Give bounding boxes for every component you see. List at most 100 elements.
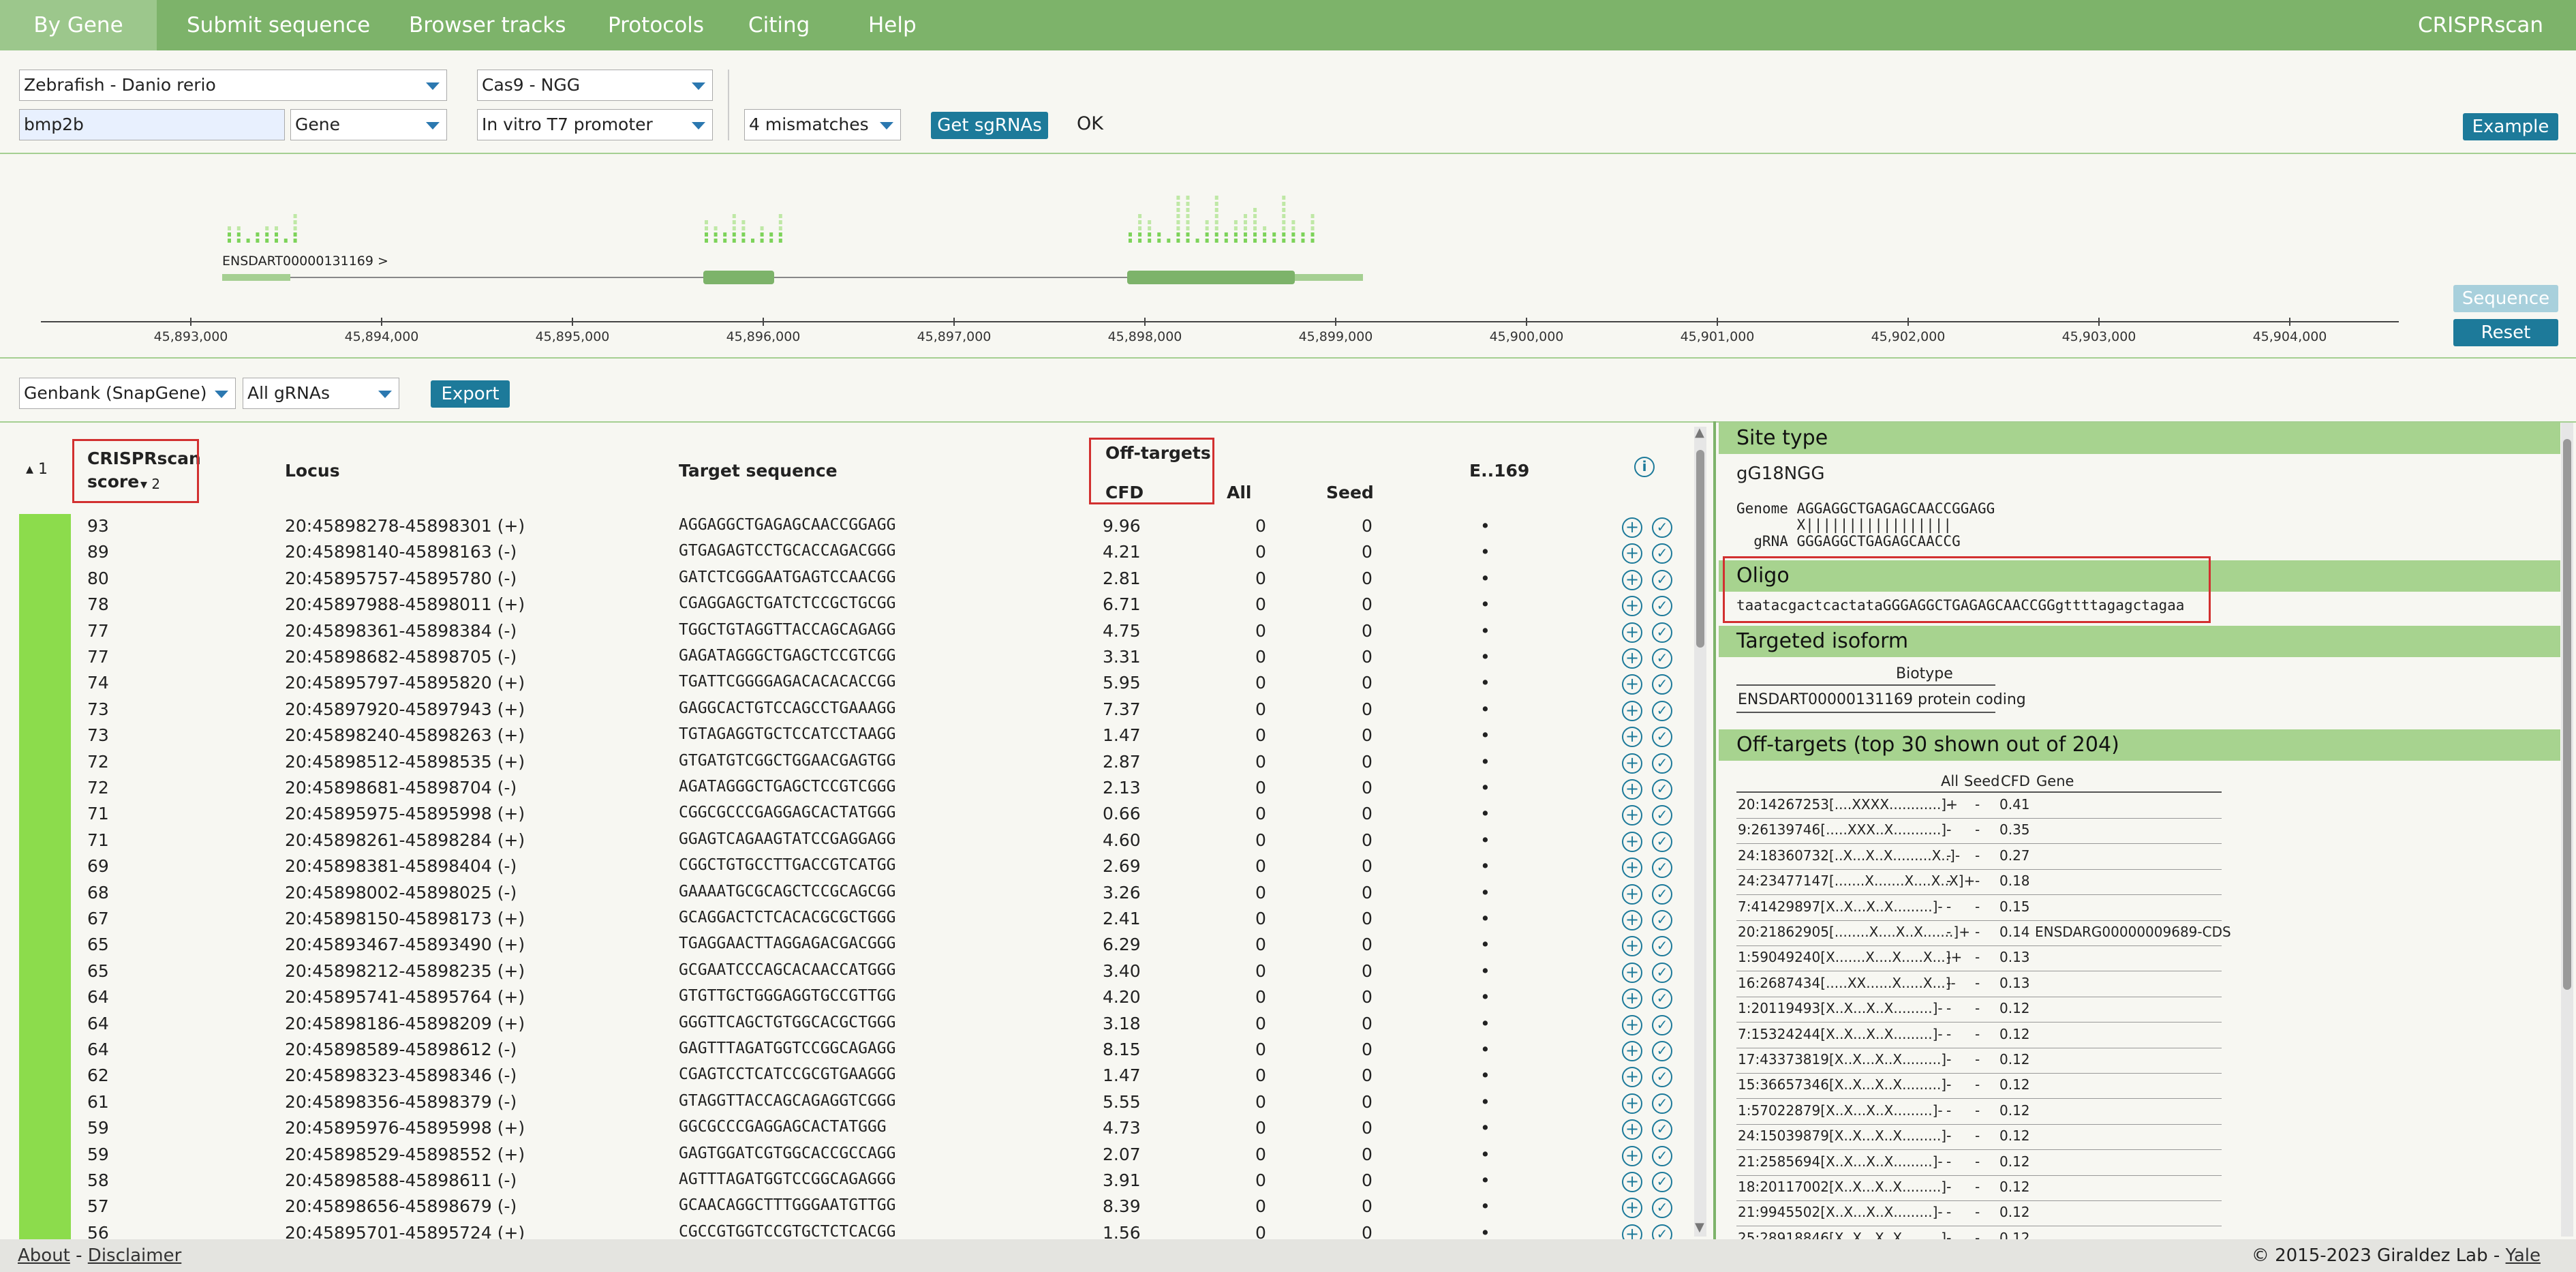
guide-mark[interactable] <box>1186 208 1190 212</box>
check-icon[interactable]: ✓ <box>1652 988 1672 1010</box>
guide-mark[interactable] <box>293 220 297 224</box>
add-icon[interactable]: + <box>1622 858 1642 879</box>
guide-mark[interactable] <box>1176 208 1180 212</box>
guide-mark[interactable] <box>1263 226 1267 230</box>
guide-mark[interactable] <box>1282 220 1286 224</box>
check-icon[interactable]: ✓ <box>1652 962 1672 983</box>
guide-mark[interactable] <box>1310 226 1315 230</box>
guide-mark[interactable] <box>1138 226 1142 230</box>
guide-mark[interactable] <box>1301 239 1305 243</box>
guide-mark[interactable] <box>1214 232 1218 237</box>
guide-mark[interactable] <box>769 239 773 243</box>
guide-mark[interactable] <box>246 239 250 243</box>
guide-mark[interactable] <box>1253 226 1257 230</box>
check-icon[interactable]: ✓ <box>1652 727 1672 748</box>
guide-mark[interactable] <box>1138 232 1142 237</box>
guide-mark[interactable] <box>1148 232 1152 237</box>
guide-mark[interactable] <box>760 232 764 237</box>
guide-mark[interactable] <box>1129 232 1132 237</box>
add-icon[interactable]: + <box>1622 1014 1642 1035</box>
guide-mark[interactable] <box>1205 239 1209 243</box>
export-format-select[interactable]: Genbank (SnapGene) <box>19 378 236 409</box>
guide-mark[interactable] <box>714 226 718 230</box>
add-icon[interactable]: + <box>1622 962 1642 983</box>
check-icon[interactable]: ✓ <box>1652 858 1672 879</box>
reset-button[interactable]: Reset <box>2453 319 2558 346</box>
check-icon[interactable]: ✓ <box>1652 1119 1672 1140</box>
guide-mark[interactable] <box>1243 232 1247 237</box>
check-icon[interactable]: ✓ <box>1652 596 1672 617</box>
add-icon[interactable]: + <box>1622 1093 1642 1114</box>
check-icon[interactable]: ✓ <box>1652 936 1672 957</box>
guide-mark[interactable] <box>1176 214 1180 218</box>
guide-mark[interactable] <box>293 214 297 218</box>
guide-mark[interactable] <box>265 232 269 237</box>
export-button[interactable]: Export <box>431 380 510 408</box>
guide-mark[interactable] <box>1243 239 1247 243</box>
guide-mark[interactable] <box>1214 202 1218 206</box>
add-icon[interactable]: + <box>1622 936 1642 957</box>
guide-mark[interactable] <box>1138 239 1142 243</box>
guide-mark[interactable] <box>1129 239 1132 243</box>
guide-mark[interactable] <box>1291 232 1295 237</box>
check-icon[interactable]: ✓ <box>1652 805 1672 826</box>
guide-mark[interactable] <box>1282 214 1286 218</box>
e169-header[interactable]: E..169 <box>1469 461 1529 481</box>
add-icon[interactable]: + <box>1622 648 1642 669</box>
guide-mark[interactable] <box>1253 232 1257 237</box>
add-icon[interactable]: + <box>1622 1198 1642 1219</box>
check-icon[interactable]: ✓ <box>1652 543 1672 564</box>
grna-filter-select[interactable]: All gRNAs <box>243 378 399 409</box>
guide-mark[interactable] <box>1253 239 1257 243</box>
seed-header[interactable]: Seed <box>1326 483 1374 502</box>
guide-mark[interactable] <box>1243 214 1247 218</box>
check-icon[interactable]: ✓ <box>1652 753 1672 774</box>
disclaimer-link[interactable]: Disclaimer <box>88 1245 181 1266</box>
add-icon[interactable]: + <box>1622 1119 1642 1140</box>
brand-title[interactable]: CRISPRscan <box>2418 0 2543 50</box>
check-icon[interactable]: ✓ <box>1652 910 1672 930</box>
guide-mark[interactable] <box>1224 239 1228 243</box>
guide-mark[interactable] <box>1272 232 1276 237</box>
tab-submit-sequence[interactable]: Submit sequence <box>187 0 370 50</box>
table-scrollbar-thumb[interactable] <box>1696 450 1704 648</box>
guide-mark[interactable] <box>705 220 708 224</box>
check-icon[interactable]: ✓ <box>1652 779 1672 800</box>
guide-mark[interactable] <box>1176 226 1180 230</box>
guide-mark[interactable] <box>265 239 269 243</box>
guide-mark[interactable] <box>1233 239 1238 243</box>
guide-mark[interactable] <box>1310 239 1315 243</box>
guide-mark[interactable] <box>1138 214 1142 218</box>
guide-mark[interactable] <box>228 232 231 237</box>
example-button[interactable]: Example <box>2463 113 2558 140</box>
about-link[interactable]: About <box>18 1245 70 1266</box>
guide-mark[interactable] <box>1186 214 1190 218</box>
guide-mark[interactable] <box>1282 239 1286 243</box>
check-icon[interactable]: ✓ <box>1652 700 1672 721</box>
guide-mark[interactable] <box>741 232 746 237</box>
guide-mark[interactable] <box>1186 202 1190 206</box>
guide-mark[interactable] <box>256 232 260 237</box>
add-icon[interactable]: + <box>1622 910 1642 930</box>
guide-mark[interactable] <box>1253 220 1257 224</box>
guide-mark[interactable] <box>1282 232 1286 237</box>
guide-mark[interactable] <box>723 239 727 243</box>
guide-mark[interactable] <box>751 239 754 243</box>
guide-mark[interactable] <box>1176 196 1180 200</box>
mismatches-select[interactable]: 4 mismatches <box>744 109 901 140</box>
guide-mark[interactable] <box>1148 239 1152 243</box>
guide-mark[interactable] <box>1148 220 1152 224</box>
gene-input[interactable]: bmp2b <box>19 109 285 140</box>
tab-help[interactable]: Help <box>868 0 917 50</box>
tab-protocols[interactable]: Protocols <box>608 0 704 50</box>
guide-mark[interactable] <box>265 226 269 230</box>
add-icon[interactable]: + <box>1622 753 1642 774</box>
guide-mark[interactable] <box>1214 220 1218 224</box>
guide-mark[interactable] <box>714 239 718 243</box>
scroll-down-icon[interactable]: ▼ <box>1695 1220 1704 1235</box>
guide-mark[interactable] <box>1263 239 1267 243</box>
add-icon[interactable]: + <box>1622 1041 1642 1061</box>
guide-mark[interactable] <box>1214 214 1218 218</box>
tab-browser-tracks[interactable]: Browser tracks <box>409 0 566 50</box>
guide-mark[interactable] <box>1205 226 1209 230</box>
